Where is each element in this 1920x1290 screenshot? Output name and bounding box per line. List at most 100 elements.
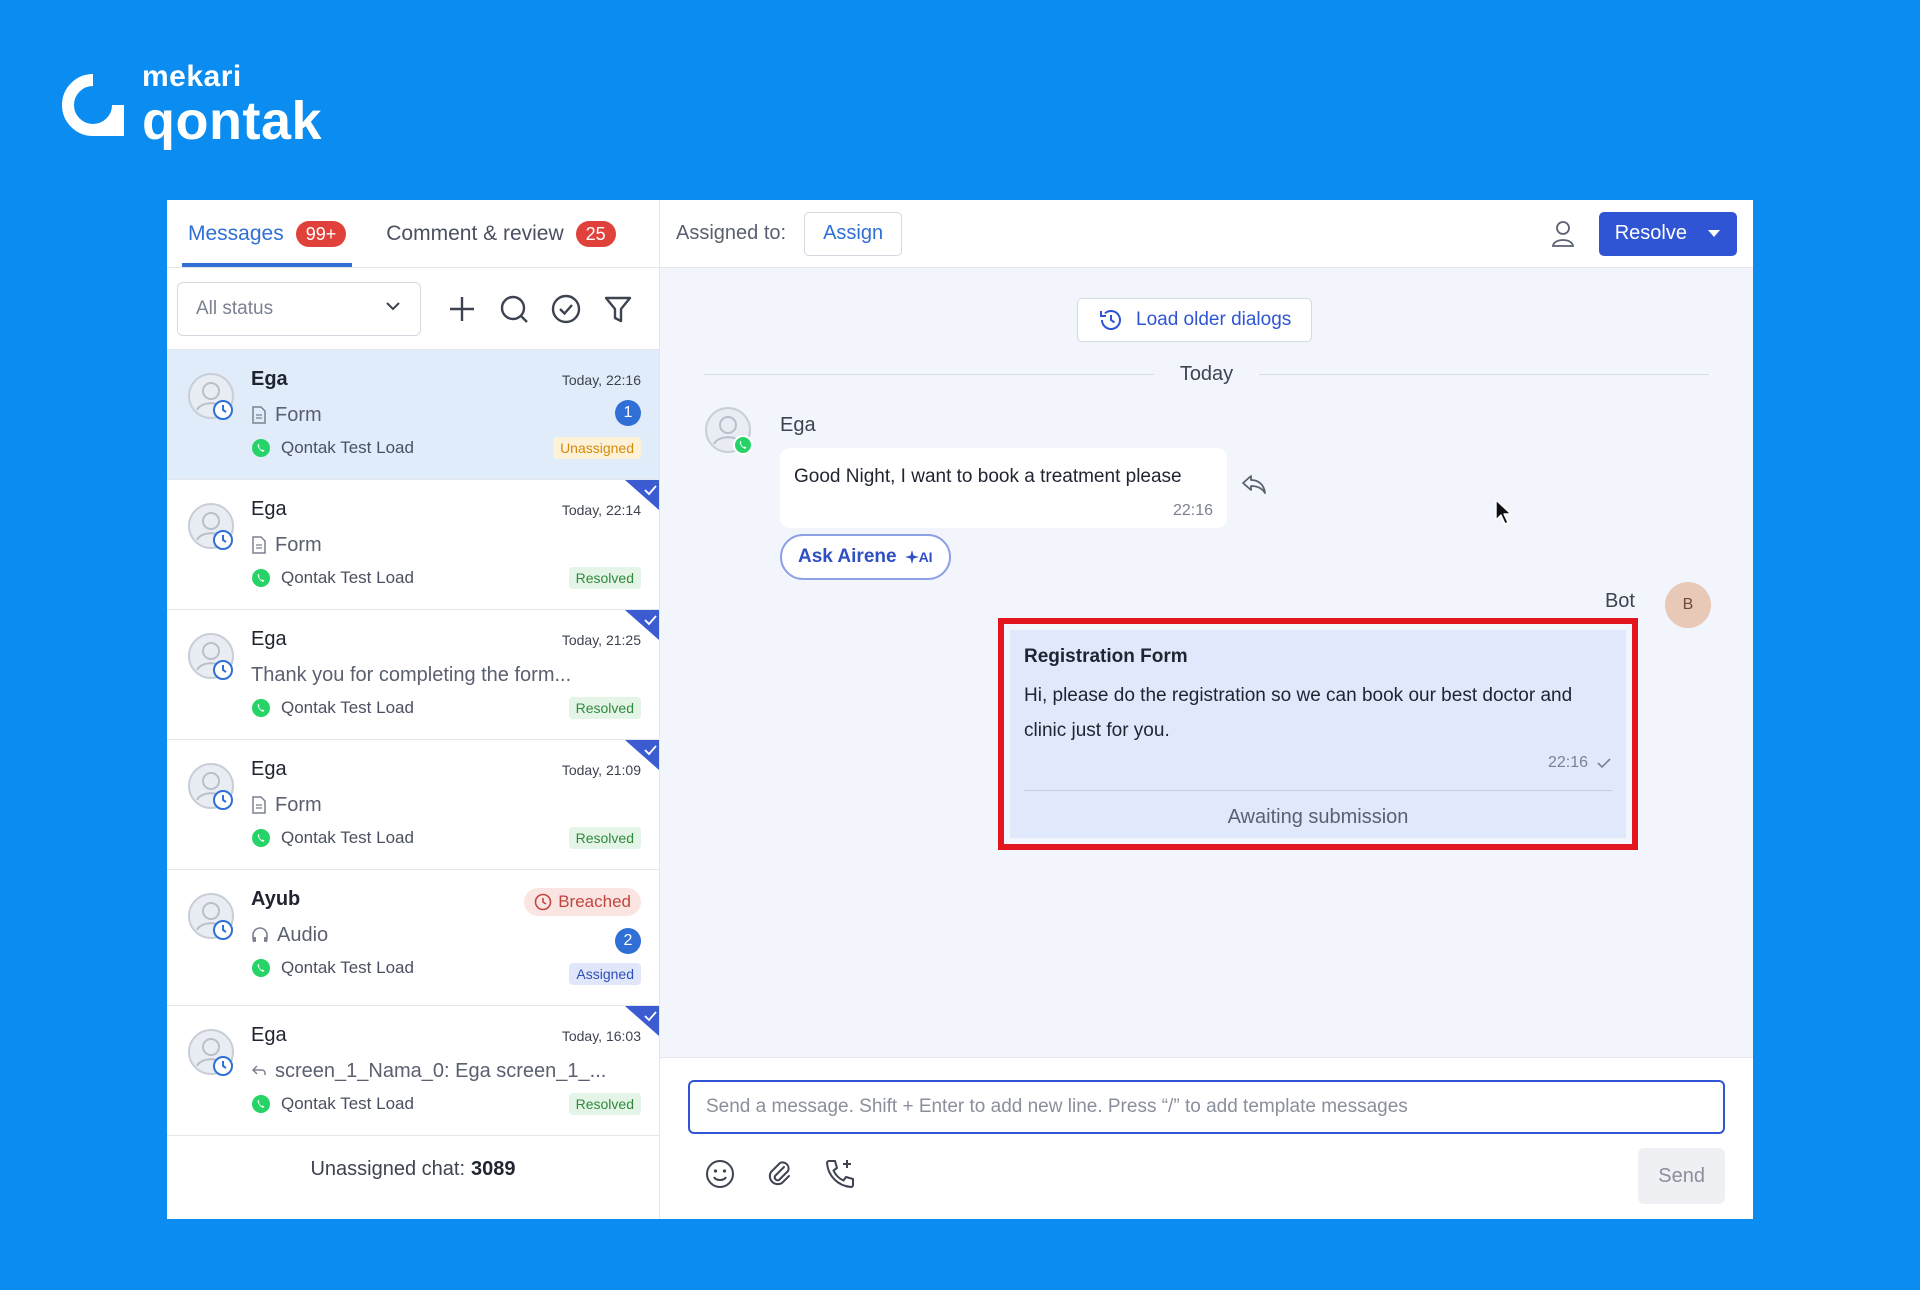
conversation-time: Today, 22:14 [561,502,641,518]
status-badge: Resolved [568,1093,641,1115]
avatar [187,1028,235,1076]
avatar [187,762,235,810]
send-button[interactable]: Send [1638,1148,1725,1204]
conversation-preview: screen_1_Nama_0: Ega screen_1_... [275,1059,607,1082]
app-window: Messages 99+ Comment & review 25 All sta… [167,200,1753,1219]
chat-header: Assigned to: Assign Resolve [660,200,1753,268]
conversation-item[interactable]: Ega Today, 16:03 screen_1_Nama_0: Ega sc… [167,1006,659,1136]
sla-breached-badge: Breached [524,888,641,916]
conversation-preview: Form [275,533,322,556]
clock-icon [534,893,552,911]
filter-icon [604,296,632,322]
status-badge: Assigned [569,963,641,985]
conversation-channel: Qontak Test Load [281,828,414,847]
brand-logo: mekari qontak [62,62,322,148]
attach-button[interactable] [760,1154,800,1194]
conversation-item[interactable]: Ega Today, 21:25 Thank you for completin… [167,610,659,740]
conversation-time: Today, 22:16 [561,372,641,388]
tab-comment-review-label: Comment & review [386,222,564,245]
contact-profile-button[interactable] [1543,214,1583,254]
awaiting-submission-status: Awaiting submission [1227,806,1409,828]
paperclip-icon [768,1161,790,1186]
conversation-item[interactable]: Ega Today, 22:14 Form Qontak Test Load R… [167,480,659,610]
date-divider-label: Today [1179,362,1234,385]
tab-messages-label: Messages [188,222,284,245]
conversation-preview: Form [275,403,322,426]
qontak-logo-icon [62,74,124,136]
reply-arrow-icon [251,1063,267,1079]
check-circle-icon [551,294,581,323]
caret-down-icon [1708,229,1720,237]
brand-line2: qontak [142,91,323,151]
unassigned-chat-label: Unassigned chat: [310,1157,466,1180]
conversation-time: Today, 21:25 [561,632,641,648]
ask-airene-label: Ask Airene [798,546,897,567]
emoji-icon [706,1160,734,1188]
load-older-dialogs-label: Load older dialogs [1136,309,1292,330]
document-icon [251,796,267,814]
message-sender-name: Ega [780,414,816,436]
bot-message-divider [1024,790,1612,791]
bot-message-bubble: Registration Form Hi, please do the regi… [1010,630,1626,838]
message-input[interactable] [688,1080,1725,1134]
unread-count-badge: 2 [615,928,641,954]
user-icon [1551,220,1574,247]
tab-bar: Messages 99+ Comment & review 25 [167,200,659,268]
whatsapp-icon [251,1094,271,1114]
search-button[interactable] [491,286,537,332]
ask-airene-button[interactable]: Ask Airene AI [780,534,951,580]
bot-message-text: Hi, please do the registration so we can… [1024,685,1573,741]
select-conversations-button[interactable] [543,286,589,332]
phone-plus-icon [826,1160,854,1188]
chat-panel: Assigned to: Assign Resolve Load older d… [660,200,1753,1219]
status-filter-value: All status [196,297,274,319]
conversation-item[interactable]: Ega Today, 22:16 1 Form Qontak Test Load… [167,350,659,480]
check-icon [1597,758,1611,769]
whatsapp-icon [251,568,271,588]
whatsapp-icon [251,698,271,718]
call-button[interactable] [820,1154,860,1194]
whatsapp-icon [251,958,271,978]
tab-messages-count: 99+ [295,221,347,247]
conversation-panel: Messages 99+ Comment & review 25 All sta… [167,200,660,1219]
assigned-to-label: Assigned to: [676,222,787,244]
assign-button[interactable]: Assign [804,211,903,256]
sla-breached-label: Breached [558,892,631,911]
sparkle-icon [904,550,919,564]
emoji-button[interactable] [700,1154,740,1194]
resolve-button[interactable]: Resolve [1598,211,1737,256]
incoming-message-bubble: Good Night, I want to book a treatment p… [780,448,1227,528]
sender-avatar [704,406,754,456]
brand-line1: mekari [142,60,242,93]
avatar [187,892,235,940]
status-badge: Resolved [568,827,641,849]
incoming-message-text: Good Night, I want to book a treatment p… [794,466,1182,487]
tab-messages[interactable]: Messages 99+ [182,201,353,267]
unassigned-chat-count: 3089 [471,1157,516,1180]
bot-message-time: 22:16 [1547,754,1588,771]
conversation-channel: Qontak Test Load [281,568,414,587]
conversation-time: Today, 21:09 [561,762,641,778]
conversation-preview: Audio [277,923,329,946]
avatar [187,632,235,680]
tab-comment-review[interactable]: Comment & review 25 [380,201,621,267]
add-conversation-button[interactable] [439,286,485,332]
whatsapp-icon [251,438,271,458]
conversation-preview: Form [275,793,322,816]
conversation-channel: Qontak Test Load [281,698,414,717]
conversation-item[interactable]: Ega Today, 21:09 Form Qontak Test Load R… [167,740,659,870]
ai-badge-label: AI [918,549,933,565]
status-badge: Unassigned [553,437,641,459]
headphones-icon [251,926,269,944]
filter-button[interactable] [595,286,641,332]
history-icon [1100,310,1121,330]
filter-bar: All status [167,268,659,350]
bot-message-time-row: 22:16 [1548,754,1612,772]
reply-icon[interactable] [1240,472,1268,501]
unread-count-badge: 1 [615,400,641,426]
bot-sender-name: Bot [1604,590,1635,612]
load-older-dialogs-button[interactable]: Load older dialogs [1077,298,1313,342]
conversation-item[interactable]: Ayub Breached 2 Audio Qontak Test Load A… [167,870,659,1006]
unassigned-chat-footer: Unassigned chat: 3089 [167,1119,659,1219]
status-filter-select[interactable]: All status [177,281,421,336]
